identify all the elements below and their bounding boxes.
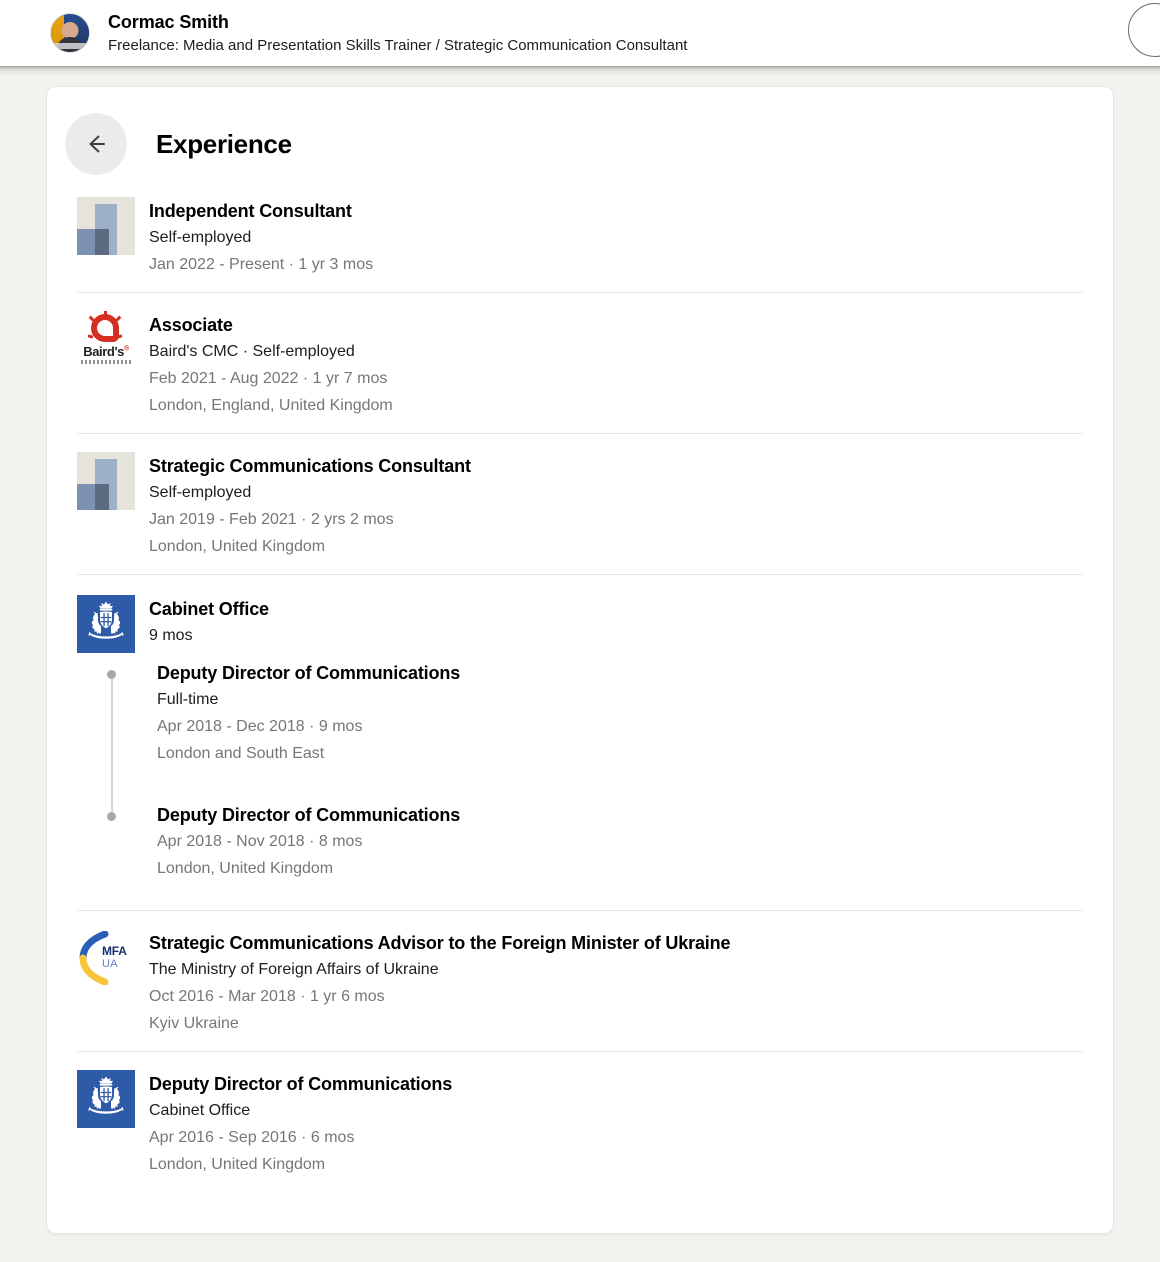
mfa-logo-primary: MFA [102,944,127,958]
role-title: Deputy Director of Communications [157,803,460,828]
back-arrow-icon [81,129,111,159]
experience-card: Experience Independent Consultant Self-e… [46,86,1114,1234]
experience-title: Strategic Communications Consultant [149,454,1083,479]
avatar-lower-third [54,43,86,49]
logo-tick [117,334,123,338]
royal-coat-of-arms-icon [83,1075,129,1124]
experience-dates: Apr 2016 - Sep 2016 · 6 mos [149,1124,1083,1151]
experience-company: Baird's CMC · Self-employed [149,338,1083,365]
role-location: London, United Kingdom [157,855,460,882]
experience-details: Independent Consultant Self-employed Jan… [149,197,1083,278]
experience-title: Associate [149,313,1083,338]
logo-block-3 [95,229,109,255]
experience-entry[interactable]: Independent Consultant Self-employed Jan… [77,193,1083,278]
experience-title: Strategic Communications Advisor to the … [149,931,1083,956]
nested-role-details: Deputy Director of Communications Apr 20… [157,803,460,882]
logo-wordmark: Baird's® [77,344,135,359]
experience-company: Self-employed [149,224,1083,251]
cabinet-office-crest-logo [77,595,135,653]
circle-outline-icon[interactable] [1128,3,1160,57]
profile-topbar: Cormac Smith Freelance: Media and Presen… [0,0,1160,66]
experience-list: Independent Consultant Self-employed Jan… [47,193,1113,1178]
timeline-dot-icon [107,670,116,679]
generic-company-logo [77,452,135,510]
role-location: London and South East [157,740,460,767]
logo-tick [88,334,94,338]
role-title: Deputy Director of Communications [157,661,460,686]
mfa-logo-secondary: UA [102,958,118,970]
cabinet-office-crest-logo [77,1070,135,1128]
nested-role-details: Deputy Director of Communications Full-t… [157,661,460,767]
mfa-logo-text: MFA UA [102,945,127,970]
logo-block-2 [77,229,95,255]
profile-identity: Cormac Smith Freelance: Media and Presen… [108,11,687,56]
nested-role[interactable]: Deputy Director of Communications Full-t… [77,661,1083,767]
logo-tick [116,316,122,322]
experience-dates: Feb 2021 - Aug 2022 · 1 yr 7 mos [149,365,1083,392]
role-dates: Apr 2018 - Dec 2018 · 9 mos [157,713,460,740]
generic-company-logo [77,197,135,255]
experience-details: Strategic Communications Advisor to the … [149,929,1083,1037]
experience-entry[interactable]: Baird's® Associate Baird's CMC · Self-em… [77,292,1083,419]
topbar-shadow [0,66,1160,76]
profile-name: Cormac Smith [108,11,687,33]
experience-title: Deputy Director of Communications [149,1072,1083,1097]
experience-company: Self-employed [149,479,1083,506]
logo-tick [104,311,107,316]
experience-entry[interactable]: Deputy Director of Communications Cabine… [77,1051,1083,1178]
company-group-header[interactable]: Cabinet Office 9 mos [77,593,1083,653]
experience-details: Associate Baird's CMC · Self-employed Fe… [149,311,1083,419]
back-button[interactable] [65,113,127,175]
role-dates: Apr 2018 - Nov 2018 · 8 mos [157,828,460,855]
experience-entry[interactable]: MFA UA Strategic Communications Advisor … [77,910,1083,1037]
nested-role[interactable]: Deputy Director of Communications Apr 20… [77,803,1083,882]
avatar[interactable] [50,13,90,53]
page-body: Experience Independent Consultant Self-e… [0,66,1160,1234]
logo-wordmark-text: Baird's [83,344,124,359]
card-header: Experience [47,87,1113,193]
company-duration: 9 mos [149,622,1083,649]
experience-location: London, England, United Kingdom [149,392,1083,419]
timeline-dot-icon [107,812,116,821]
experience-dates: Oct 2016 - Mar 2018 · 1 yr 6 mos [149,983,1083,1010]
company-name: Cabinet Office [149,597,1083,622]
logo-registered-mark: ® [124,346,129,353]
role-employment-type: Full-time [157,686,460,713]
experience-details: Strategic Communications Consultant Self… [149,452,1083,560]
experience-location: Kyiv Ukraine [149,1010,1083,1037]
experience-location: London, United Kingdom [149,533,1083,560]
logo-block-3 [95,484,109,510]
mfa-ukraine-logo: MFA UA [77,929,135,987]
experience-company: Cabinet Office [149,1097,1083,1124]
logo-block-2 [77,484,95,510]
experience-dates: Jan 2022 - Present · 1 yr 3 mos [149,251,1083,278]
company-group-details: Cabinet Office 9 mos [149,595,1083,653]
page-title: Experience [156,129,292,160]
nested-roles-list: Deputy Director of Communications Full-t… [77,653,1083,882]
profile-headline: Freelance: Media and Presentation Skills… [108,35,687,56]
bairds-cmc-logo: Baird's® [77,311,135,369]
experience-location: London, United Kingdom [149,1151,1083,1178]
experience-entry[interactable]: Strategic Communications Consultant Self… [77,433,1083,560]
royal-coat-of-arms-icon [83,600,129,649]
experience-details: Deputy Director of Communications Cabine… [149,1070,1083,1178]
experience-title: Independent Consultant [149,199,1083,224]
logo-underline [81,360,131,364]
experience-group-entry: Cabinet Office 9 mos Deputy Director of … [77,574,1083,882]
experience-company: The Ministry of Foreign Affairs of Ukrai… [149,956,1083,983]
experience-dates: Jan 2019 - Feb 2021 · 2 yrs 2 mos [149,506,1083,533]
